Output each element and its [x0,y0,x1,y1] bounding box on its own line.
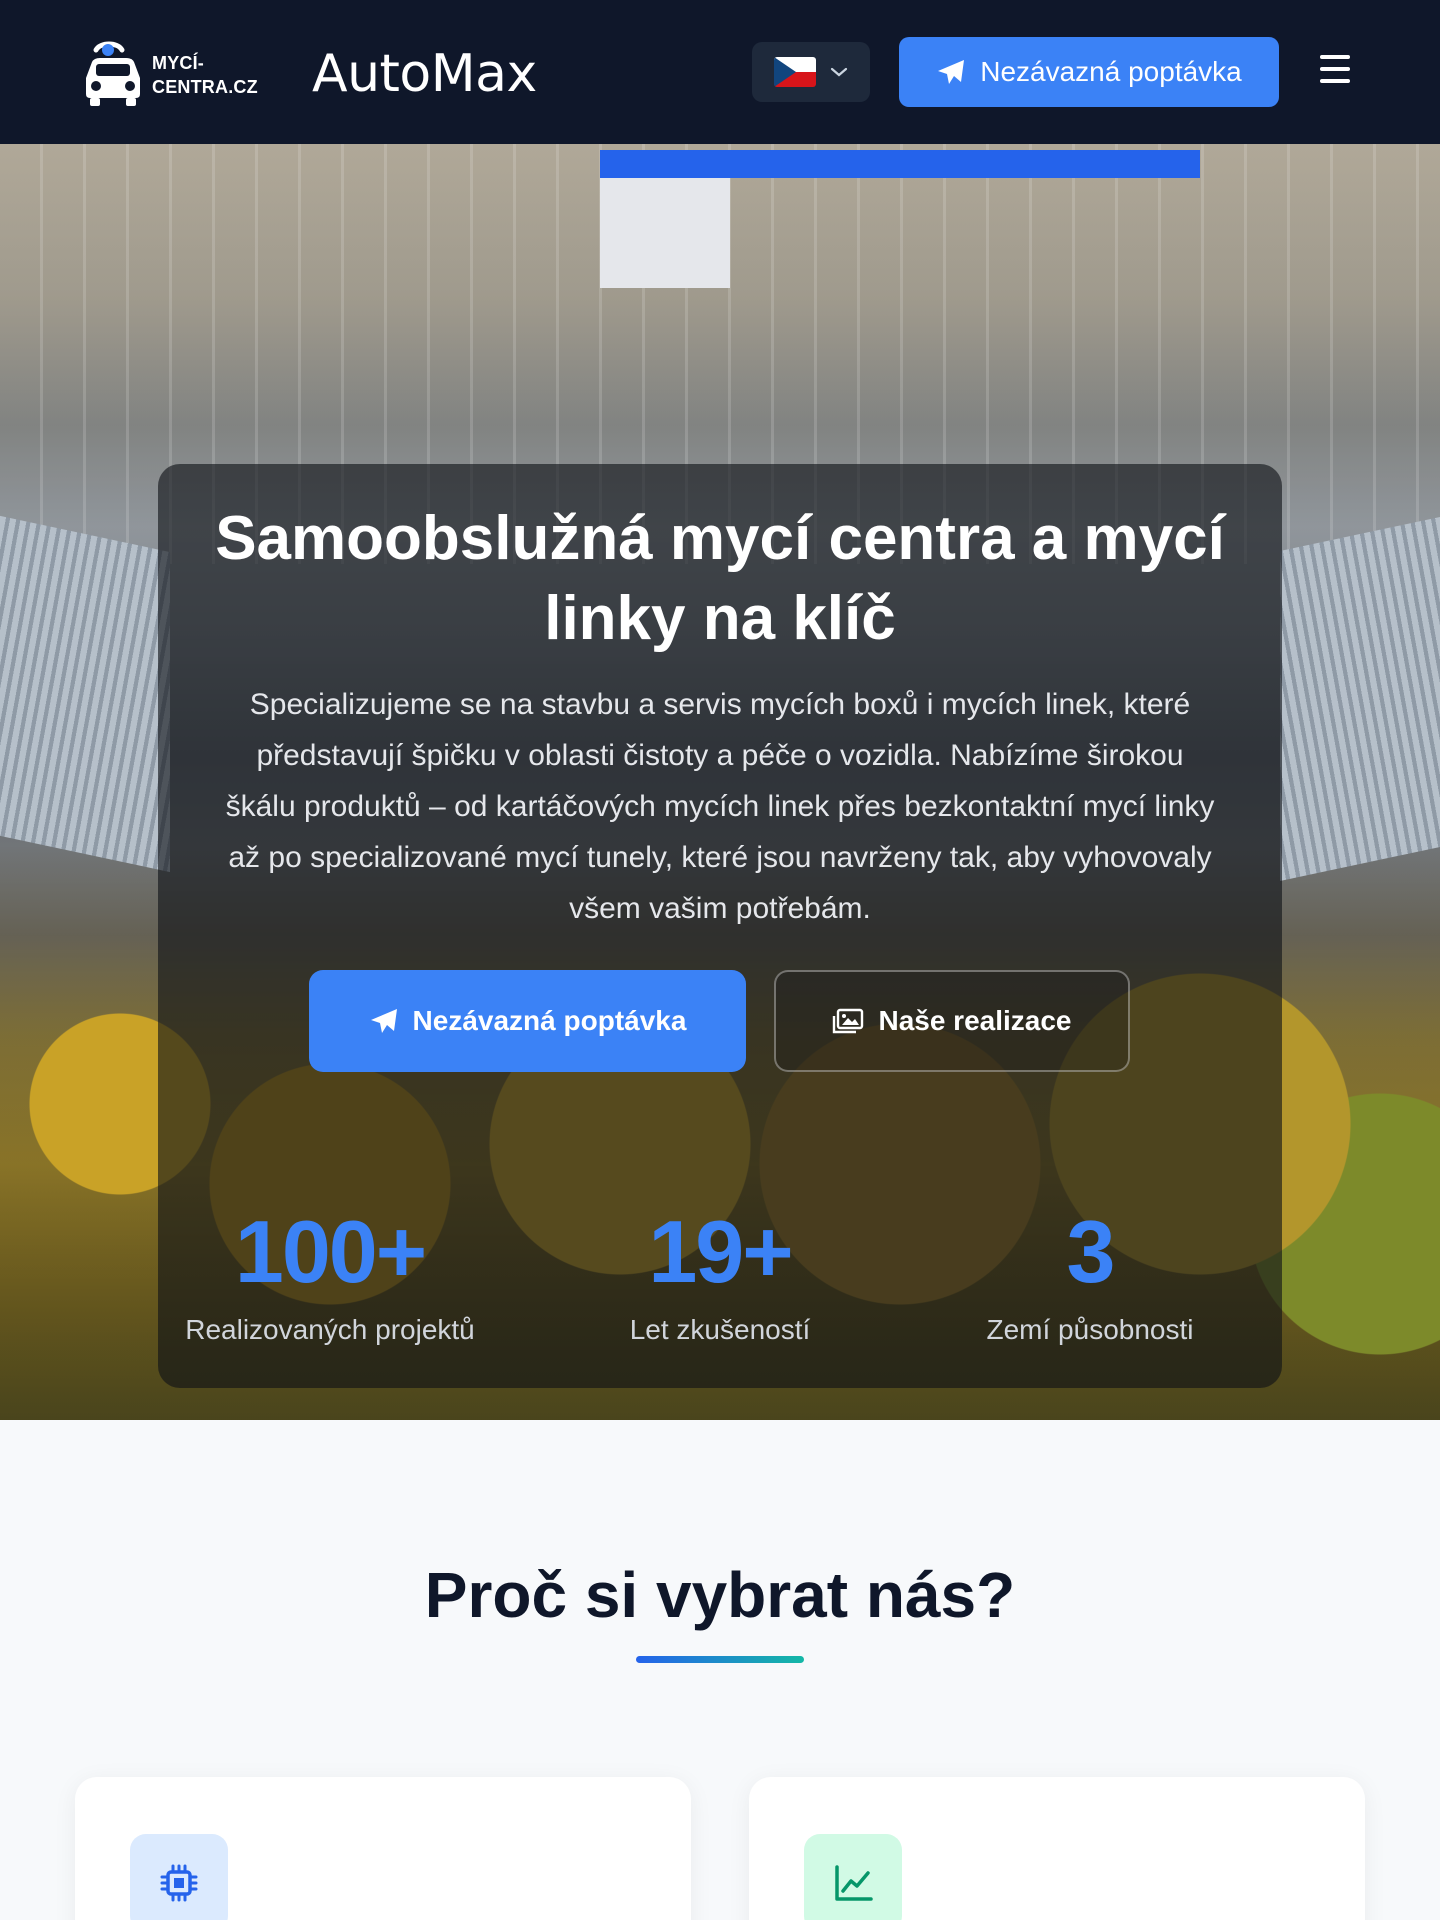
hero-section: Samoobslužná mycí centra a mycí linky na… [0,144,1440,1420]
images-icon [833,1008,864,1034]
site-header: MYCÍ- CENTRA.CZ AutoMax Nezávazná poptáv… [0,0,1440,144]
feature-card-technology [75,1777,691,1920]
paper-plane-icon [370,1009,397,1033]
stat-value: 3 [1066,1202,1116,1301]
stat-countries: 3 Zemí působnosti [910,1204,1270,1350]
hero-background-station-roof [600,150,1200,178]
czech-flag-icon [774,57,816,87]
stat-projects: 100+ Realizovaných projektů [150,1204,510,1350]
header-inquiry-button[interactable]: Nezávazná poptávka [899,37,1279,107]
stat-label: Zemí působnosti [986,1314,1194,1345]
automax-brand-text: AutoMax [312,44,537,104]
header-inquiry-label: Nezávazná poptávka [980,56,1242,87]
hero-inquiry-label: Nezávazná poptávka [412,1005,687,1036]
paper-plane-icon [938,60,965,84]
car-wash-logo-icon [86,41,140,106]
mycicentra-logo[interactable]: MYCÍ- CENTRA.CZ [78,40,268,110]
hero-background-station-building [600,178,730,288]
stat-value: 19+ [648,1202,793,1301]
menu-hamburger-icon[interactable] [1318,52,1352,86]
stat-label: Let zkušeností [629,1314,811,1345]
why-us-title: Proč si vybrat nás? [424,1559,1016,1631]
stat-value: 100+ [234,1202,427,1301]
brand-line-1: MYCÍ- [152,53,204,73]
hero-description: Specializujeme se na stavbu a servis myc… [225,688,1215,925]
chevron-down-icon [830,67,848,77]
automax-logo[interactable]: AutoMax [312,44,537,104]
chart-line-icon [804,1834,902,1920]
hero-projects-button[interactable]: Naše realizace [774,970,1130,1072]
hero-inquiry-button[interactable]: Nezávazná poptávka [309,970,746,1072]
feature-card-growth [749,1777,1365,1920]
hero-projects-label: Naše realizace [878,1005,1072,1036]
language-switcher[interactable] [752,42,870,102]
chip-icon [130,1834,228,1920]
hero-background-carwash-roof-right [1280,516,1440,882]
hero-title: Samoobslužná mycí centra a mycí linky na… [215,504,1225,653]
hero-card: Samoobslužná mycí centra a mycí linky na… [158,464,1282,1388]
brand-line-2: CENTRA.CZ [152,77,258,97]
stat-experience: 19+ Let zkušeností [540,1204,900,1350]
title-underline [636,1656,804,1663]
stat-label: Realizovaných projektů [185,1314,475,1345]
hero-background-carwash-roof-left [0,515,170,873]
mycicentra-brand-text: MYCÍ- CENTRA.CZ [152,51,258,99]
